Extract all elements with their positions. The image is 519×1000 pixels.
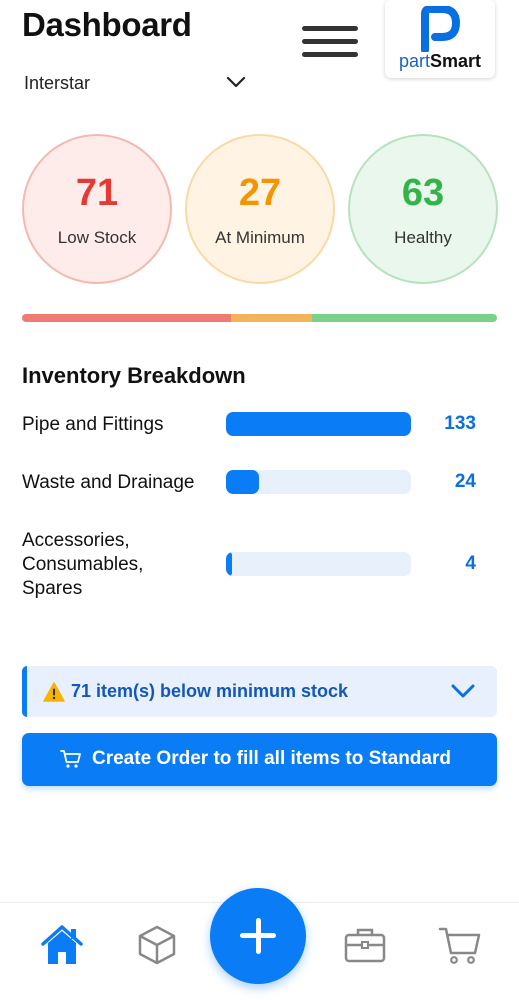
healthy-count: 63: [401, 172, 445, 214]
cart-icon: [60, 750, 81, 768]
header: Dashboard partSmart Interstar: [0, 0, 519, 110]
cart-icon[interactable]: [438, 923, 482, 967]
category-bar-track: [226, 470, 411, 494]
category-count: 4: [465, 553, 476, 574]
category-bar-track: [226, 412, 411, 436]
logo-part: part: [398, 51, 430, 71]
low-stock-count: 71: [75, 172, 119, 214]
category-label: Accessories, Consumables, Spares: [22, 530, 144, 599]
ratio-segment: [311, 314, 497, 322]
ratio-segment: [22, 314, 231, 322]
logo-wordmark: partSmart: [385, 51, 495, 72]
below-minimum-alert[interactable]: 71 item(s) below minimum stock: [22, 666, 497, 717]
at-minimum-count: 27: [238, 172, 282, 214]
category-label: Pipe and Fittings: [22, 414, 164, 435]
alert-text: 71 item(s) below minimum stock: [71, 681, 349, 701]
chevron-down-icon[interactable]: [451, 683, 475, 699]
healthy-label: Healthy: [394, 228, 452, 247]
healthy-card[interactable]: 63 Healthy: [348, 134, 498, 284]
menu-button[interactable]: [302, 26, 358, 58]
briefcase-icon[interactable]: [343, 923, 387, 967]
home-icon[interactable]: [40, 923, 84, 967]
ratio-segment: [231, 314, 312, 322]
low-stock-label: Low Stock: [57, 228, 137, 247]
partsmart-logo[interactable]: partSmart: [385, 0, 495, 78]
category-count: 133: [444, 413, 476, 434]
section-title: Inventory Breakdown: [22, 363, 246, 388]
add-button[interactable]: [210, 888, 306, 984]
box-icon[interactable]: [135, 923, 179, 967]
stock-ratio-bar: [22, 314, 497, 322]
store-name: Interstar: [24, 73, 91, 93]
logo-smart: Smart: [430, 51, 482, 71]
warning-icon: [43, 682, 65, 702]
category-label: Waste and Drainage: [22, 472, 195, 493]
alert-accent: [22, 666, 27, 717]
low-stock-card[interactable]: 71 Low Stock: [22, 134, 172, 284]
create-order-button[interactable]: Create Order to fill all items to Standa…: [22, 733, 497, 786]
partsmart-p-icon: [421, 6, 460, 52]
category-bar-track: [226, 552, 411, 576]
create-order-label: Create Order to fill all items to Standa…: [92, 748, 451, 769]
category-count: 24: [454, 471, 476, 492]
at-minimum-label: At Minimum: [215, 228, 305, 247]
category-bar-fill: [226, 552, 232, 576]
store-dropdown[interactable]: Interstar: [24, 72, 248, 96]
chevron-down-icon: [226, 76, 246, 88]
at-minimum-card[interactable]: 27 At Minimum: [185, 134, 335, 284]
category-bar-fill: [226, 412, 411, 436]
page-title: Dashboard: [22, 6, 192, 43]
category-bar-fill: [226, 470, 260, 494]
